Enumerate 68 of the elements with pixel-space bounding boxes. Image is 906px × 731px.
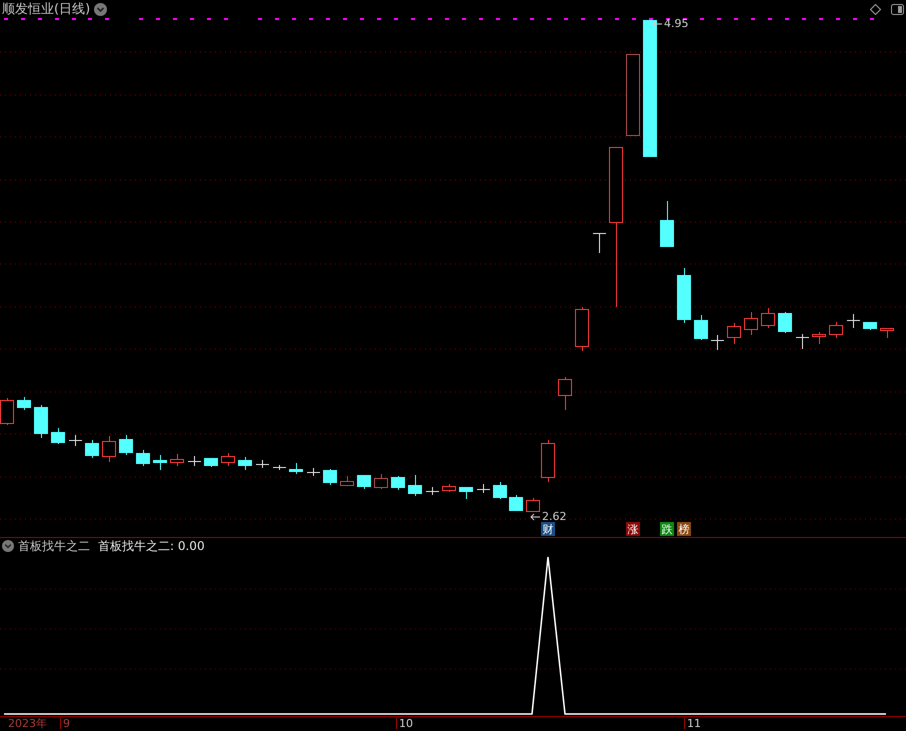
candlestick: [34, 404, 48, 438]
candlestick: [136, 450, 150, 466]
candlestick: [188, 456, 202, 466]
candlestick: [880, 328, 894, 338]
candlestick: [592, 232, 606, 254]
diamond-icon[interactable]: [870, 4, 881, 14]
candlestick: [829, 322, 843, 338]
low-price-label: 2.62: [542, 511, 566, 522]
candlestick: [493, 482, 507, 500]
news-badge[interactable]: 涨: [626, 522, 640, 536]
candlestick: [272, 464, 286, 470]
candlestick: [442, 484, 456, 492]
candlestick: [509, 494, 523, 512]
high-price-label: 4.95: [664, 18, 688, 29]
candlestick: [677, 268, 691, 324]
candlestick: [323, 468, 337, 486]
arrow-icon: [530, 512, 540, 520]
candlestick: [17, 396, 31, 410]
candlestick: [846, 314, 860, 328]
candlestick: [170, 454, 184, 466]
chart-title: 顺发恒业(日线): [2, 2, 90, 16]
candlestick: [102, 436, 116, 462]
candlestick: [710, 334, 724, 350]
candlestick: [426, 486, 440, 496]
chevron-down-icon[interactable]: [94, 2, 108, 16]
candlestick: [119, 434, 133, 456]
axis-label: 9: [60, 718, 70, 729]
candlestick: [357, 474, 371, 490]
indicator-reading: 首板找牛之二: 0.00: [98, 540, 205, 552]
candlestick: [256, 460, 270, 468]
news-badge[interactable]: 财: [541, 522, 555, 536]
candlestick: [51, 428, 65, 444]
news-badge[interactable]: 榜: [677, 522, 691, 536]
candlestick: [778, 312, 792, 334]
candlestick: [575, 306, 589, 352]
candlestick: [660, 200, 674, 247]
axis-label: 2023年: [8, 718, 47, 729]
candlestick: [408, 474, 422, 496]
candlestick: [306, 468, 320, 476]
axis-label: 11: [684, 718, 701, 729]
candlestick: [340, 476, 354, 486]
news-badge[interactable]: 跌: [660, 522, 674, 536]
candlestick: [744, 312, 758, 336]
indicator-name: 首板找牛之二: [18, 540, 90, 552]
chevron-down-icon[interactable]: [2, 540, 14, 552]
candlestick: [694, 314, 708, 340]
candlestick: [459, 486, 473, 500]
candlestick: [238, 456, 252, 470]
candlestick: [289, 462, 303, 474]
arrow-icon: [652, 20, 662, 28]
candlestick: [68, 434, 82, 446]
candlestick: [727, 322, 741, 344]
candlestick: [85, 440, 99, 458]
candlestick: [558, 376, 572, 410]
candlestick: [391, 476, 405, 490]
candlestick: [863, 322, 877, 330]
candlestick: [221, 452, 235, 466]
candlestick: [761, 308, 775, 328]
candlestick: [204, 458, 218, 468]
candlestick: [812, 332, 826, 344]
candlestick: [374, 474, 388, 490]
candlestick: [476, 484, 490, 494]
axis-label: 10: [396, 718, 413, 729]
candlestick: [526, 498, 540, 512]
candlestick: [541, 440, 555, 482]
panel-icon[interactable]: [891, 4, 904, 14]
candlestick: [153, 454, 167, 470]
candlestick: [796, 334, 810, 350]
